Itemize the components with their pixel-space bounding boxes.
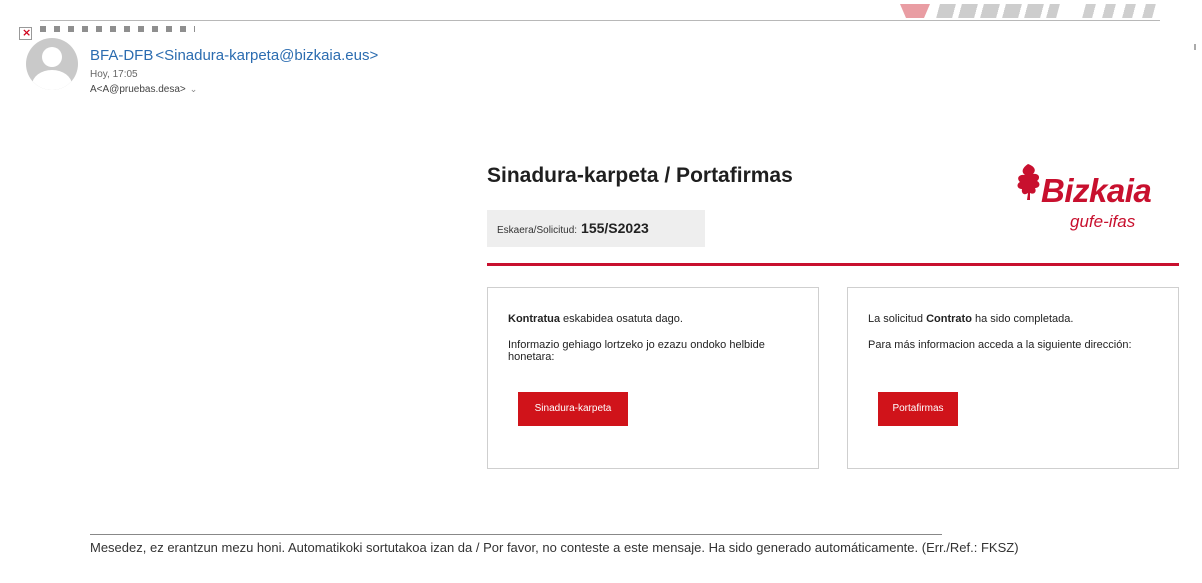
background-logo-fragment — [898, 4, 1160, 20]
recipient-line: A<A@pruebas.desa> ⌄ — [90, 84, 197, 95]
accent-divider — [487, 263, 1179, 266]
request-label: Eskaera/Solicitud: — [497, 225, 578, 236]
sender-address: <Sinadura-karpeta@bizkaia.eus> — [155, 47, 379, 64]
bizkaia-logo: Bizkaia gufe-ifas — [1013, 160, 1173, 240]
header-divider — [40, 20, 1160, 21]
truncated-subject-line — [40, 26, 195, 32]
message-time: Hoy, 17:05 — [90, 69, 138, 80]
basque-info-text: Informazio gehiago lortzeko jo ezazu ond… — [508, 339, 765, 363]
sender-avatar[interactable] — [26, 38, 78, 90]
sinadura-karpeta-button[interactable]: Sinadura-karpeta — [518, 392, 628, 426]
broken-image-icon[interactable]: × — [19, 26, 32, 40]
recipient: A<A@pruebas.desa> — [90, 84, 186, 95]
basque-status-text: Kontratua eskabidea osatuta dago. — [508, 313, 683, 325]
sender-name: BFA-DFB — [90, 47, 154, 64]
footer-disclaimer: Mesedez, ez erantzun mezu honi. Automati… — [90, 540, 1019, 555]
scroll-edge-mark — [1194, 44, 1196, 50]
footer-divider — [90, 534, 942, 535]
request-box: Eskaera/Solicitud: 155/S2023 — [487, 210, 705, 247]
spanish-info-text: Para más informacion acceda a la siguien… — [868, 339, 1132, 351]
request-number: 155/S2023 — [581, 220, 649, 236]
sender-line[interactable]: BFA-DFB <Sinadura-karpeta@bizkaia.eus> — [90, 47, 378, 64]
logo-wordmark: Bizkaia — [1041, 172, 1152, 209]
basque-card: Kontratua eskabidea osatuta dago. Inform… — [487, 287, 819, 469]
page-title: Sinadura-karpeta / Portafirmas — [487, 164, 793, 187]
logo-subtitle: gufe-ifas — [1070, 212, 1136, 231]
oak-leaf-icon — [1017, 164, 1040, 200]
portafirmas-button[interactable]: Portafirmas — [878, 392, 958, 426]
spanish-card: La solicitud Contrato ha sido completada… — [847, 287, 1179, 469]
spanish-status-text: La solicitud Contrato ha sido completada… — [868, 313, 1074, 325]
double-chevron-down-icon[interactable]: ⌄ — [190, 85, 198, 95]
